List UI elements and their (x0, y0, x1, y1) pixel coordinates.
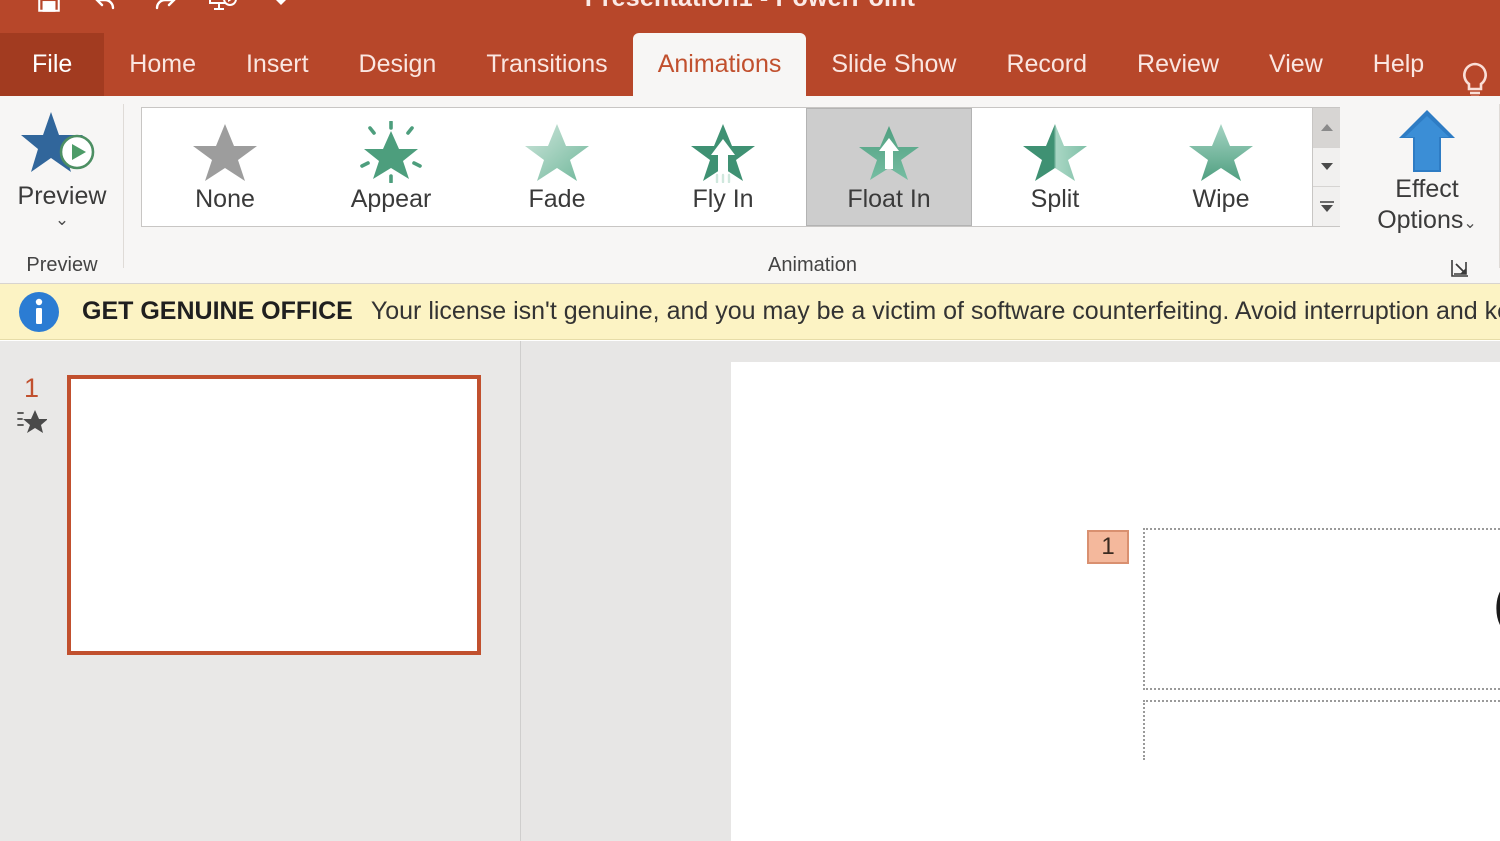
gallery-item-label: None (195, 185, 255, 213)
gallery-item-split[interactable]: Split (972, 108, 1138, 226)
gallery-item-label: Wipe (1192, 185, 1250, 213)
tab-home[interactable]: Home (104, 33, 221, 96)
gallery-item-float-in[interactable]: Float In (806, 108, 972, 226)
star-split-icon (1022, 121, 1088, 183)
subtitle-placeholder[interactable] (1143, 700, 1500, 760)
effect-options-label-line2: Options (1377, 206, 1464, 234)
tab-help[interactable]: Help (1348, 33, 1449, 96)
gallery-item-none[interactable]: None (142, 108, 308, 226)
star-fly-in-icon (690, 121, 756, 184)
tab-design[interactable]: Design (334, 33, 462, 96)
genuine-office-banner: GET GENUINE OFFICE Your license isn't ge… (0, 284, 1500, 340)
tab-record[interactable]: Record (981, 33, 1112, 96)
animation-group-label: Animation (768, 254, 857, 276)
effect-options-label-line1: Effect (1395, 175, 1459, 203)
animation-gallery: None Appear Fade Fly In Float In Split W… (141, 107, 1340, 227)
tab-transitions[interactable]: Transitions (461, 33, 632, 96)
banner-message: Your license isn't genuine, and you may … (370, 297, 1500, 325)
preview-group-label: Preview (26, 254, 98, 276)
effect-options-chevron-icon[interactable]: ⌄ (1463, 215, 1476, 232)
gallery-scroll-up-button[interactable] (1313, 108, 1340, 148)
group-separator (123, 104, 124, 268)
slide-canvas[interactable]: 1 Click to (731, 362, 1500, 841)
title-placeholder[interactable]: Click to (1143, 528, 1500, 690)
gallery-item-label: Split (1030, 185, 1080, 213)
animation-star-icon[interactable] (17, 408, 48, 434)
powerpoint-window: Presentation1 - PowerPoint File Home Ins… (0, 0, 1500, 841)
animation-order-badge[interactable]: 1 (1087, 530, 1129, 564)
banner-headline: GET GENUINE OFFICE (82, 297, 353, 325)
tab-animations[interactable]: Animations (632, 33, 807, 96)
ribbon-tab-strip: File Home Insert Design Transitions Anim… (0, 33, 1500, 99)
star-float-in-icon (856, 121, 922, 183)
blue-up-arrow-icon (1395, 108, 1459, 174)
title-placeholder-text: Click to (1492, 560, 1500, 659)
star-gray-icon (192, 121, 258, 183)
tab-review[interactable]: Review (1112, 33, 1244, 96)
ribbon-group-animation: None Appear Fade Fly In Float In Split W… (125, 96, 1500, 284)
window-title: Presentation1 - PowerPoint (0, 0, 1500, 13)
title-bar: Presentation1 - PowerPoint (0, 0, 1500, 33)
dialog-box-launcher-icon[interactable] (1448, 256, 1472, 280)
preview-button-label: Preview (17, 182, 107, 210)
ribbon: Preview ⌄ Preview None Appear Fade Fly I… (0, 96, 1500, 284)
slide-edit-pane: 1 Click to (522, 341, 1500, 841)
star-fade-icon (524, 121, 590, 183)
animation-gallery-scrollbar[interactable] (1312, 108, 1340, 227)
slide-number-label: 1 (24, 373, 40, 403)
slide-thumbnail-pane: 1 (0, 341, 521, 841)
gallery-item-label: Fade (528, 185, 586, 213)
preview-dropdown-chevron-icon[interactable]: ⌄ (55, 211, 69, 228)
gallery-item-appear[interactable]: Appear (308, 108, 474, 226)
tab-slide-show[interactable]: Slide Show (806, 33, 981, 96)
ribbon-tabs: File Home Insert Design Transitions Anim… (0, 33, 1449, 96)
gallery-item-label: Appear (350, 185, 432, 213)
tab-file[interactable]: File (0, 33, 105, 96)
gallery-more-button[interactable] (1313, 187, 1340, 227)
gallery-item-label: Float In (847, 185, 931, 213)
gallery-item-label: Fly In (692, 185, 754, 213)
star-appear-icon (358, 120, 424, 184)
gallery-item-fly-in[interactable]: Fly In (640, 108, 806, 226)
info-circle-icon (18, 291, 60, 333)
preview-button[interactable]: Preview ⌄ (6, 104, 118, 244)
star-wipe-icon (1188, 121, 1254, 183)
ribbon-group-preview: Preview ⌄ Preview (0, 96, 124, 284)
gallery-scroll-down-button[interactable] (1313, 147, 1340, 188)
workspace: 1 1 Click to (0, 341, 1500, 841)
tab-insert[interactable]: Insert (221, 33, 334, 96)
gallery-item-fade[interactable]: Fade (474, 108, 640, 226)
preview-star-play-icon (21, 108, 103, 180)
gallery-item-wipe[interactable]: Wipe (1138, 108, 1304, 226)
slide-thumbnail-1[interactable] (67, 375, 481, 655)
tab-view[interactable]: View (1244, 33, 1348, 96)
effect-options-button[interactable]: Effect Options⌄ (1352, 106, 1500, 251)
